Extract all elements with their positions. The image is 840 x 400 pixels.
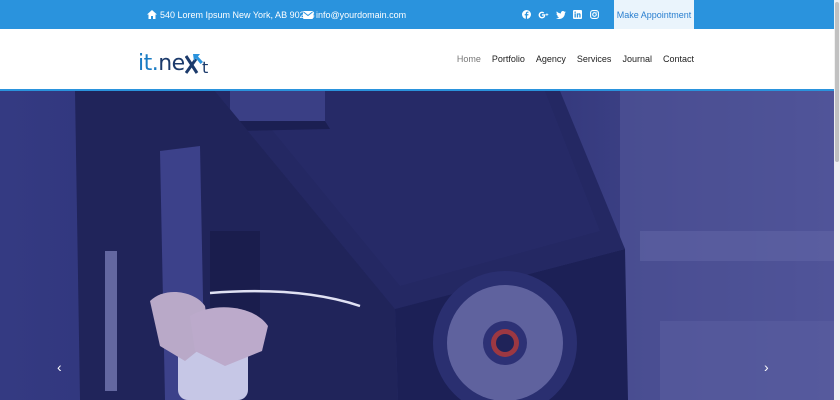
nav-item-services[interactable]: Services xyxy=(577,54,612,64)
home-icon xyxy=(147,10,157,19)
nav-item-contact[interactable]: Contact xyxy=(663,54,694,64)
scrollbar-thumb[interactable] xyxy=(835,2,839,162)
twitter-icon[interactable] xyxy=(552,0,569,29)
itnext-logo[interactable]: it. ne t xyxy=(138,51,213,76)
nav-item-journal[interactable]: Journal xyxy=(622,54,652,64)
hero-image-computer-repair xyxy=(0,91,840,400)
instagram-icon[interactable] xyxy=(586,0,603,29)
nav-item-home[interactable]: Home xyxy=(457,54,481,64)
logo-text-ne: ne xyxy=(158,51,185,76)
envelope-icon xyxy=(303,10,313,19)
facebook-icon[interactable] xyxy=(518,0,535,29)
main-navbar: it. ne t Home Portfolio Agency Services … xyxy=(0,29,840,91)
slider-next-arrow[interactable]: › xyxy=(764,360,769,374)
linkedin-icon[interactable] xyxy=(569,0,586,29)
main-menu: Home Portfolio Agency Services Journal C… xyxy=(446,29,694,89)
make-appointment-label: Make Appointment xyxy=(616,9,692,20)
email-info[interactable]: info@yourdomain.com xyxy=(303,0,406,29)
logo-text-it: it. xyxy=(138,51,159,76)
nav-item-portfolio[interactable]: Portfolio xyxy=(492,54,525,64)
email-text: info@yourdomain.com xyxy=(316,9,407,20)
slider-prev-arrow[interactable]: ‹ xyxy=(57,360,62,374)
social-links xyxy=(518,0,603,29)
address-text: 540 Lorem Ipsum New York, AB 90218 xyxy=(160,9,315,20)
hero-slider: ‹ › xyxy=(0,91,840,400)
top-info-bar: 540 Lorem Ipsum New York, AB 90218 info@… xyxy=(0,0,840,29)
logo-text-t: t xyxy=(202,58,208,75)
address-info: 540 Lorem Ipsum New York, AB 90218 xyxy=(147,0,315,29)
make-appointment-button[interactable]: Make Appointment xyxy=(614,0,694,29)
nav-item-agency[interactable]: Agency xyxy=(536,54,566,64)
logo-x-arrow-icon: t xyxy=(184,54,208,75)
page-scrollbar[interactable] xyxy=(834,0,840,400)
google-plus-icon[interactable] xyxy=(535,0,552,29)
